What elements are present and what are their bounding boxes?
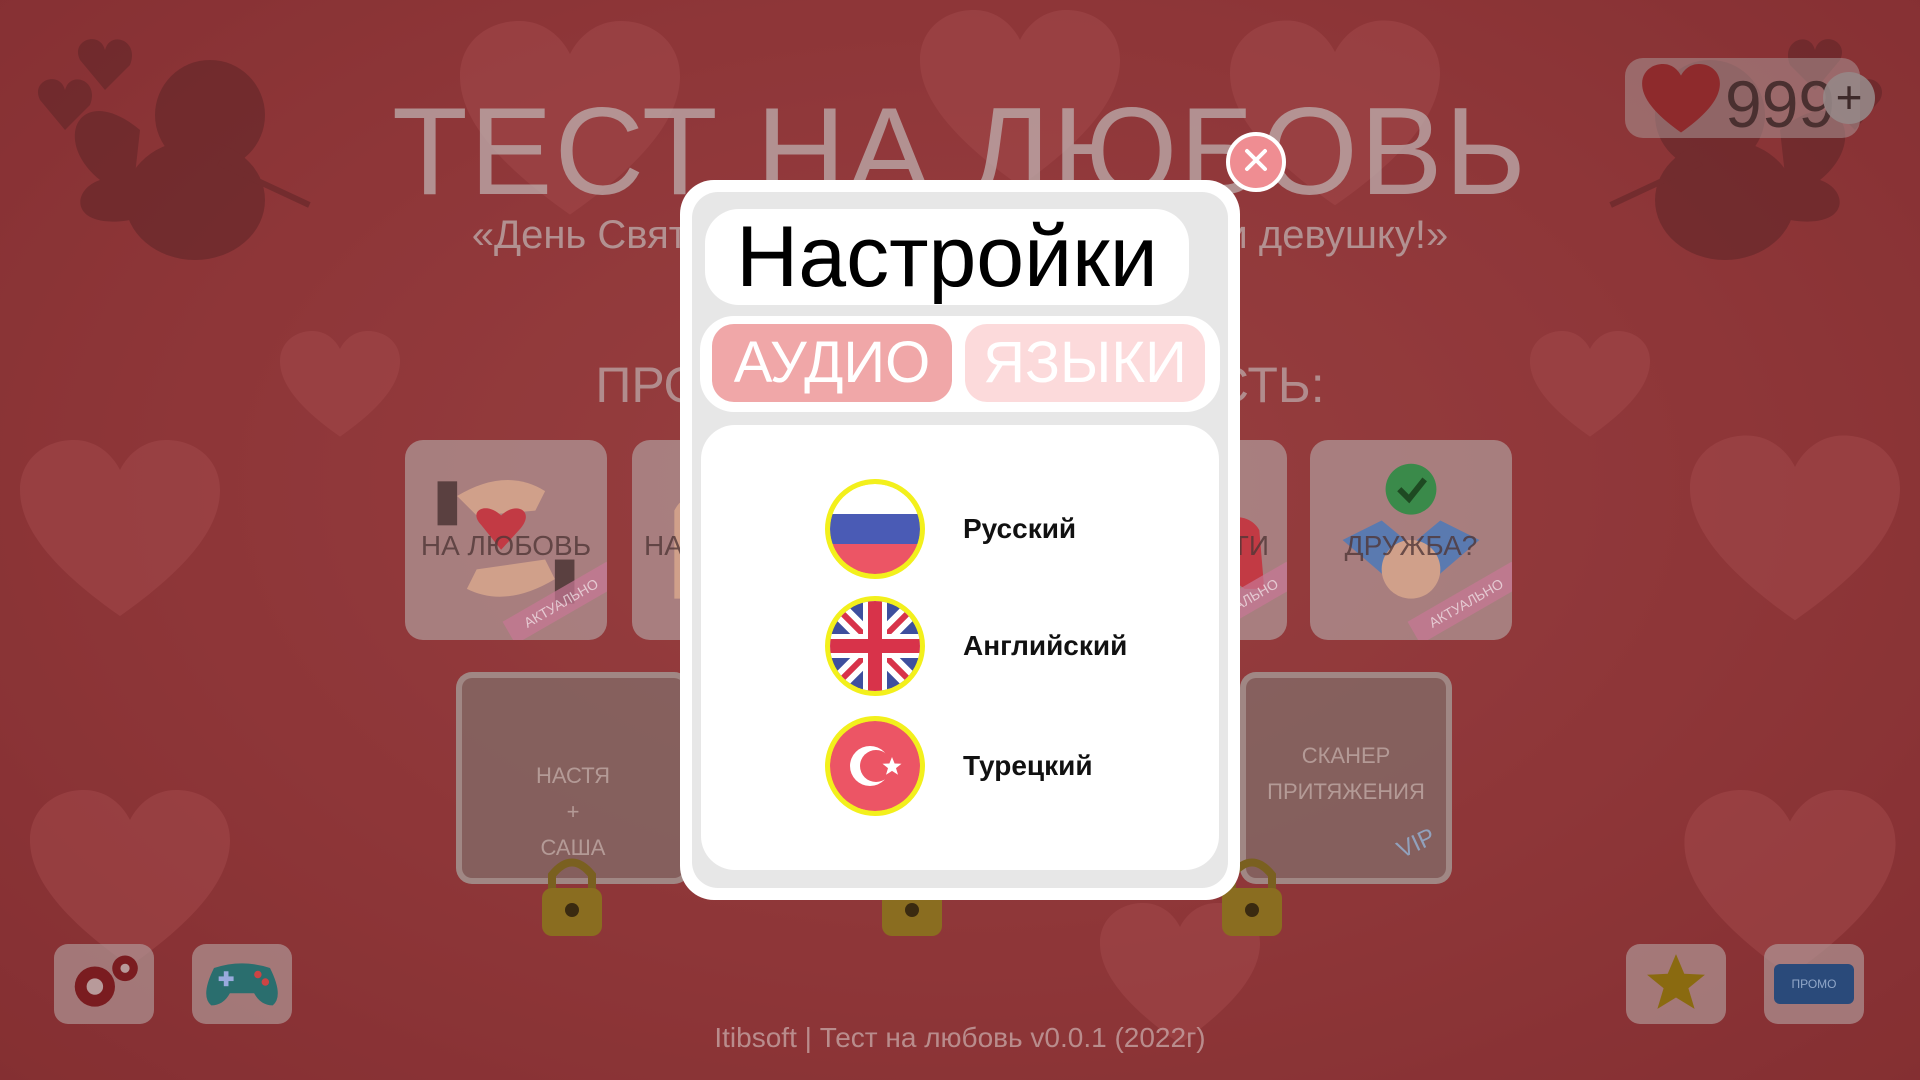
settings-title: Настройки [705,209,1189,305]
banner-label: СКАНЕР ПРИТЯЖЕНИЯ [1246,738,1446,810]
close-icon [1241,145,1271,180]
category-card-love[interactable]: НА ЛЮБОВЬ АКТУАЛЬНО [405,440,607,640]
banner-name-1: НАСТЯ [535,763,611,788]
language-name: Турецкий [963,750,1093,781]
language-name: Английский [963,630,1128,661]
games-button[interactable] [192,944,292,1024]
language-name: Русский [963,513,1077,544]
language-list: Русский Английский Турецкий [701,425,1219,870]
promo-button[interactable]: ПРОМО [1764,944,1864,1024]
lock-icon [532,850,612,940]
banner-title-line-2: ПРИТЯЖЕНИЯ [1267,779,1425,804]
promo-ticket-icon: ПРОМО [1774,964,1854,1004]
close-settings-button[interactable] [1226,132,1286,192]
category-card-label: НА ЛЮБОВЬ [420,530,592,561]
hearts-counter: 999 + [1625,58,1875,141]
gamepad-icon [200,954,284,1015]
tab-audio[interactable]: АУДИО [712,324,952,402]
russia-flag-icon [825,479,925,579]
footer-version: Itibsoft | Тест на любовь v0.0.1 (2022г) [714,1022,1206,1053]
category-card-friendship[interactable]: ДРУЖБА? АКТУАЛЬНО [1310,440,1512,640]
add-hearts-button[interactable]: + [1823,72,1875,124]
language-option-english[interactable]: Английский [823,594,1183,698]
language-option-russian[interactable]: Русский [823,477,1183,581]
vip-badge: VIP [1393,823,1440,864]
heart-icon [1641,64,1721,134]
banner-plus: + [566,799,580,824]
banner-title-line-1: СКАНЕР [1301,743,1391,768]
hearts-count: 999 [1725,67,1836,141]
rate-button[interactable] [1626,944,1726,1024]
language-option-turkish[interactable]: Турецкий [823,714,1183,818]
star-icon [1645,951,1707,1018]
turkey-flag-icon [825,716,925,816]
settings-button[interactable] [54,944,154,1024]
uk-flag-icon [825,596,925,696]
gears-icon [62,950,146,1019]
settings-tabs: АУДИО ЯЗЫКИ [700,316,1220,412]
category-card-label: ДРУЖБА? [1344,530,1478,561]
tab-languages[interactable]: ЯЗЫКИ [965,324,1205,402]
